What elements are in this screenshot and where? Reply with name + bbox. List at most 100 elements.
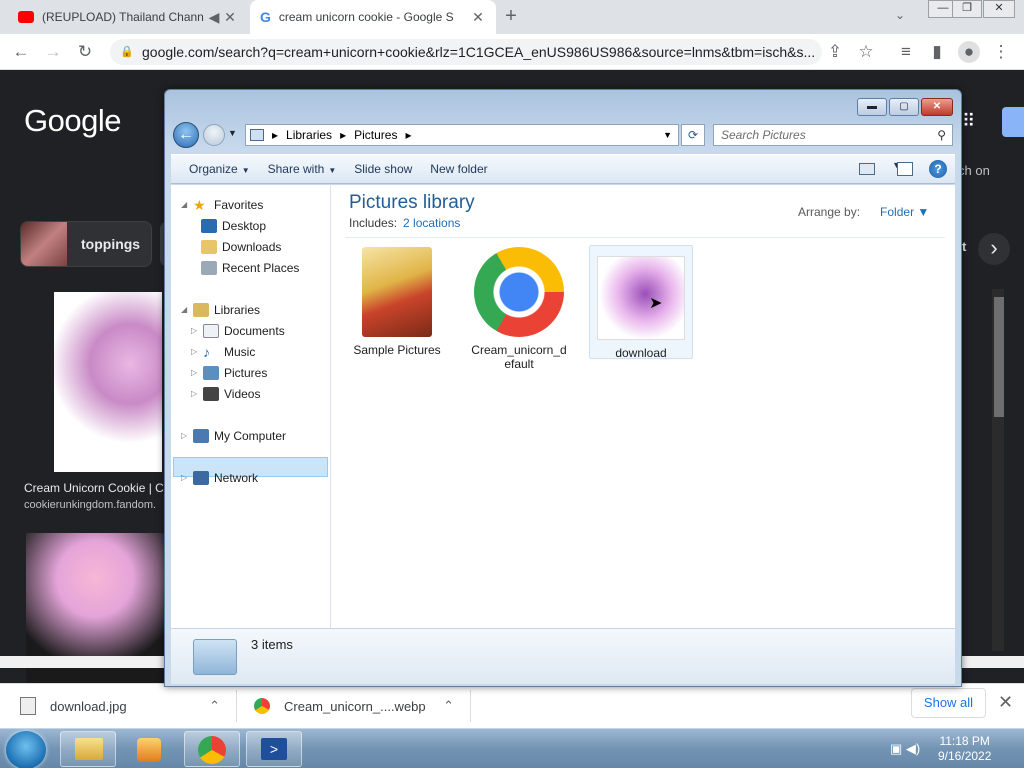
tab-title: cream unicorn cookie - Google S — [278, 10, 454, 24]
bookmark-star-icon[interactable]: ☆ — [855, 41, 877, 63]
nav-downloads[interactable]: Downloads — [201, 237, 281, 257]
google-logo[interactable]: Google — [24, 103, 121, 139]
library-title: Pictures library — [349, 192, 475, 213]
search-input[interactable]: Search Pictures ⚲ — [713, 124, 953, 146]
breadcrumb-separator-icon[interactable]: ▸ — [340, 128, 346, 142]
apps-grid-icon[interactable]: ⠿ — [962, 111, 975, 132]
nav-pictures[interactable]: ▷ Pictures — [191, 363, 267, 383]
taskbar-powershell-button[interactable]: > — [246, 731, 302, 767]
nav-my-computer[interactable]: ▷ My Computer — [181, 426, 286, 446]
chevron-up-icon[interactable]: ⌃ — [209, 698, 220, 714]
download-item[interactable]: Cream_unicorn_....webp ⌃ — [254, 684, 464, 728]
close-icon[interactable]: ✕ — [998, 692, 1013, 713]
sign-in-button[interactable] — [1002, 107, 1024, 137]
divider — [236, 690, 237, 722]
reload-icon[interactable]: ↻ — [74, 41, 96, 63]
close-tab-icon[interactable]: ✕ — [470, 9, 486, 26]
tab-search-icon[interactable]: ⌄ — [895, 8, 905, 22]
share-with-button[interactable]: Share with ▼ — [268, 162, 337, 176]
pictures-icon — [203, 366, 219, 380]
refresh-icon[interactable]: ⟳ — [681, 124, 705, 146]
download-item[interactable]: download.jpg ⌃ — [20, 684, 230, 728]
nav-documents[interactable]: ▷ Documents — [191, 321, 285, 341]
taskbar-chrome-button[interactable] — [184, 731, 240, 767]
collapse-arrow-icon: ▷ — [181, 431, 188, 440]
nav-desktop[interactable]: Desktop — [201, 216, 266, 236]
collapse-arrow-icon: ▷ — [191, 389, 198, 398]
close-button[interactable]: ✕ — [921, 98, 953, 116]
new-folder-button[interactable]: New folder — [430, 162, 487, 176]
explorer-window: ▬ ▢ ✕ ← ▼ ▸ Libraries ▸ Pictures ▸ ▼ ⟳ S… — [164, 89, 962, 687]
address-bar[interactable]: 🔒 google.com/search?q=cream+unicorn+cook… — [110, 39, 822, 65]
minimize-button[interactable]: ▬ — [857, 98, 887, 116]
clock-date: 9/16/2022 — [938, 749, 992, 763]
file-item-selected[interactable]: download — [589, 245, 693, 360]
file-item[interactable]: Sample Pictures — [345, 247, 449, 357]
breadcrumb-pictures[interactable]: Pictures — [354, 128, 397, 142]
breadcrumb-libraries[interactable]: Libraries — [286, 128, 332, 142]
help-icon[interactable]: ? — [929, 160, 947, 178]
preview-pane-icon[interactable] — [897, 162, 913, 176]
chevron-up-icon[interactable]: ⌃ — [443, 698, 454, 714]
forward-arrow-icon[interactable] — [203, 124, 225, 146]
image-result[interactable] — [54, 292, 162, 472]
media-control-icon[interactable]: ≡ — [895, 41, 917, 63]
maximize-button[interactable]: ▢ — [889, 98, 919, 116]
arrange-by-dropdown[interactable]: Folder ▼ — [870, 205, 929, 219]
close-button[interactable]: ✕ — [983, 0, 1015, 18]
downloads-bar: download.jpg ⌃ Cream_unicorn_....webp ⌃ … — [0, 683, 1024, 728]
speaker-icon[interactable]: ◀ — [206, 9, 222, 26]
chevron-right-icon[interactable]: › — [978, 233, 1010, 265]
nav-favorites[interactable]: ◢ ★ Favorites — [181, 195, 263, 215]
lock-icon: 🔒 — [120, 46, 134, 58]
nav-videos[interactable]: ▷ Videos — [191, 384, 260, 404]
nav-music[interactable]: ▷ ♪ Music — [191, 342, 255, 362]
address-bar[interactable]: ▸ Libraries ▸ Pictures ▸ ▼ — [245, 124, 679, 146]
share-icon[interactable]: ⇪ — [824, 41, 846, 63]
show-all-button[interactable]: Show all — [911, 688, 986, 718]
taskbar-media-button[interactable] — [122, 731, 178, 767]
folder-icon — [75, 738, 103, 760]
clock-time: 11:18 PM — [939, 734, 990, 748]
taskbar-explorer-button[interactable] — [60, 731, 116, 767]
related-chip-toppings[interactable]: toppings — [20, 221, 152, 267]
search-icon[interactable]: ⚲ — [937, 125, 946, 145]
side-panel-icon[interactable]: ▮ — [926, 41, 948, 63]
menu-icon[interactable]: ⋮ — [990, 41, 1012, 63]
start-button[interactable] — [6, 731, 46, 768]
nav-libraries[interactable]: ◢ Libraries — [181, 300, 260, 320]
locations-link[interactable]: 2 locations — [403, 216, 460, 230]
library-icon — [193, 639, 237, 675]
tab-google-search[interactable]: G cream unicorn cookie - Google S ✕ — [250, 0, 496, 34]
restore-button[interactable]: ❐ — [952, 0, 982, 18]
url-text: google.com/search?q=cream+unicorn+cookie… — [142, 44, 816, 60]
organize-button[interactable]: Organize ▼ — [189, 162, 250, 176]
back-icon[interactable]: ← — [10, 41, 32, 63]
scrollbar-thumb[interactable] — [994, 297, 1004, 417]
nav-network[interactable]: ▷ Network — [181, 468, 258, 488]
system-tray-icons[interactable]: ▣ ◀) — [890, 741, 920, 757]
slide-show-button[interactable]: Slide show — [354, 162, 412, 176]
back-arrow-icon[interactable]: ← — [173, 122, 199, 148]
close-tab-icon[interactable]: ✕ — [222, 9, 238, 26]
chrome-icon — [198, 736, 226, 764]
breadcrumb-separator-icon[interactable]: ▸ — [405, 128, 411, 142]
breadcrumb-separator-icon[interactable]: ▸ — [272, 128, 278, 142]
folder-icon — [362, 247, 432, 337]
command-bar: Organize ▼ Share with ▼ Slide show New fol… — [171, 154, 955, 184]
page-scrollbar[interactable] — [992, 289, 1004, 651]
new-tab-button[interactable]: + — [500, 6, 522, 28]
address-dropdown-icon[interactable]: ▼ — [663, 130, 672, 140]
tab-youtube[interactable]: (REUPLOAD) Thailand Chann ◀ ✕ — [8, 0, 248, 34]
nav-recent-places[interactable]: Recent Places — [201, 258, 299, 278]
clock[interactable]: 11:18 PM 9/16/2022 — [938, 734, 991, 764]
file-item[interactable]: Cream_unicorn_default — [467, 247, 571, 371]
forward-icon[interactable]: → — [42, 41, 64, 63]
change-view-icon[interactable] — [859, 163, 875, 175]
tab-title: (REUPLOAD) Thailand Chann — [42, 10, 204, 24]
recent-pages-dropdown-icon[interactable]: ▼ — [228, 128, 237, 138]
libraries-icon — [193, 303, 209, 317]
image-result-title[interactable]: Cream Unicorn Cookie | C — [24, 481, 164, 495]
file-icon — [20, 697, 36, 715]
profile-avatar-icon[interactable]: ● — [958, 41, 980, 63]
